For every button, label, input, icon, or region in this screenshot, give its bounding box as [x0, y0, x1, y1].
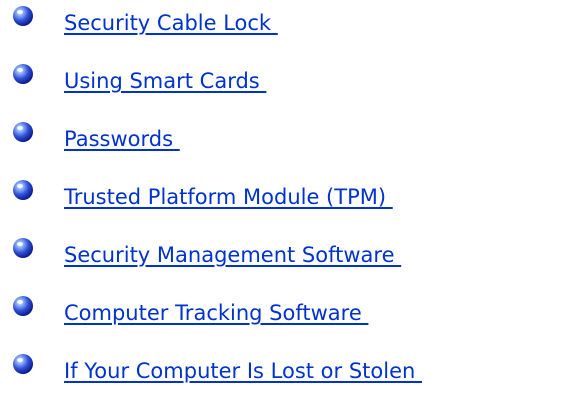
link-computer-tracking-software[interactable]: Computer Tracking Software [64, 300, 368, 326]
link-passwords[interactable]: Passwords [64, 126, 180, 152]
link-security-cable-lock[interactable]: Security Cable Lock [64, 10, 278, 36]
list-item: Computer Tracking Software [12, 284, 572, 342]
list-item: Using Smart Cards [12, 52, 572, 110]
security-topics-list: Security Cable Lock Using Smart Cards Pa… [12, 0, 572, 400]
list-item: Trusted Platform Module (TPM) [12, 168, 572, 226]
blue-sphere-bullet-icon [12, 295, 34, 317]
list-item: If Your Computer Is Lost or Stolen [12, 342, 572, 400]
list-item: Security Management Software [12, 226, 572, 284]
list-item: Passwords [12, 110, 572, 168]
link-if-computer-lost-or-stolen[interactable]: If Your Computer Is Lost or Stolen [64, 358, 422, 384]
link-using-smart-cards[interactable]: Using Smart Cards [64, 68, 266, 94]
blue-sphere-bullet-icon [12, 353, 34, 375]
blue-sphere-bullet-icon [12, 121, 34, 143]
blue-sphere-bullet-icon [12, 63, 34, 85]
list-item: Security Cable Lock [12, 0, 572, 52]
blue-sphere-bullet-icon [12, 5, 34, 27]
blue-sphere-bullet-icon [12, 179, 34, 201]
blue-sphere-bullet-icon [12, 237, 34, 259]
link-trusted-platform-module[interactable]: Trusted Platform Module (TPM) [64, 184, 393, 210]
link-security-management-software[interactable]: Security Management Software [64, 242, 401, 268]
